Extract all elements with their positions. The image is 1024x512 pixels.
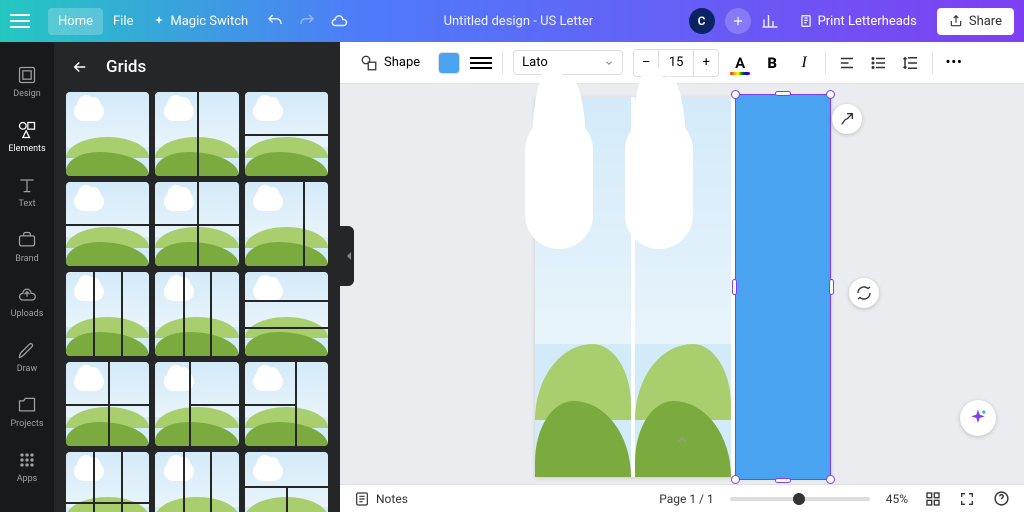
canvas-area: Shape Lato – 15 + A B I ••• (340, 42, 1024, 484)
panel-title: Grids (106, 57, 146, 77)
print-button[interactable]: Print Letterheads (789, 8, 927, 35)
add-member-button[interactable] (725, 8, 751, 34)
share-label: Share (969, 14, 1002, 29)
collapse-panel-button[interactable] (340, 226, 354, 286)
cloud-sync-icon[interactable] (330, 12, 348, 30)
shape-label: Shape (384, 55, 420, 70)
italic-button[interactable]: I (793, 52, 815, 74)
side-panel: Grids (54, 42, 340, 512)
rail-draw[interactable]: Draw (0, 329, 54, 384)
rail-projects[interactable]: Projects (0, 384, 54, 439)
spacing-button[interactable] (900, 52, 922, 74)
document-title[interactable]: Untitled design - US Letter (348, 14, 688, 29)
align-button[interactable] (836, 52, 858, 74)
sync-button[interactable] (849, 278, 879, 308)
redo-icon[interactable] (298, 12, 316, 30)
rail-text[interactable]: Text (0, 164, 54, 219)
grid-thumb[interactable] (245, 92, 328, 176)
grid-thumb[interactable] (155, 92, 238, 176)
zoom-value[interactable]: 45% (886, 492, 908, 506)
bold-button[interactable]: B (761, 52, 783, 74)
magic-switch-button[interactable]: Magic Switch (143, 8, 258, 35)
floating-action-button[interactable] (832, 104, 862, 134)
grid-thumb[interactable] (66, 362, 149, 446)
menu-icon[interactable] (10, 14, 30, 28)
grid-thumb[interactable] (245, 452, 328, 512)
bottom-bar: Notes Page 1 / 1 45% (340, 484, 1024, 512)
grid-thumb[interactable] (66, 272, 149, 356)
font-size-increase[interactable]: + (694, 50, 718, 76)
shape-button[interactable]: Shape (352, 50, 428, 76)
analytics-icon[interactable] (761, 12, 779, 30)
grid-column-1[interactable] (535, 97, 631, 477)
page-chevron-up-icon[interactable] (674, 432, 690, 452)
rail-apps[interactable]: Apps (0, 439, 54, 494)
more-button[interactable]: ••• (943, 52, 965, 74)
grid-thumb[interactable] (155, 182, 238, 266)
zoom-slider[interactable] (730, 497, 870, 501)
grid-list (54, 92, 340, 512)
ai-assist-button[interactable] (960, 400, 996, 436)
grid-thumb[interactable] (66, 182, 149, 266)
notes-button[interactable]: Notes (354, 491, 408, 507)
text-color-button[interactable]: A (729, 52, 751, 74)
selected-shape[interactable] (735, 94, 831, 480)
font-select[interactable]: Lato (513, 50, 623, 75)
grid-thumb[interactable] (245, 272, 328, 356)
grid-view-icon[interactable] (924, 490, 942, 508)
fullscreen-icon[interactable] (958, 490, 976, 508)
rail-uploads[interactable]: Uploads (0, 274, 54, 329)
avatar[interactable]: C (689, 8, 715, 34)
grid-thumb[interactable] (155, 272, 238, 356)
magic-switch-label: Magic Switch (170, 14, 248, 29)
home-button[interactable]: Home (48, 8, 103, 35)
share-button[interactable]: Share (937, 8, 1014, 35)
grid-column-2[interactable] (635, 97, 731, 477)
grid-thumb[interactable] (155, 452, 238, 512)
grid-thumb[interactable] (245, 182, 328, 266)
file-button[interactable]: File (103, 8, 143, 35)
top-bar: Home File Magic Switch Untitled design -… (0, 0, 1024, 42)
grid-thumb[interactable] (66, 452, 149, 512)
rail-brand[interactable]: Brand (0, 219, 54, 274)
grid-thumb[interactable] (245, 362, 328, 446)
page-indicator[interactable]: Page 1 / 1 (659, 492, 714, 506)
notes-label: Notes (376, 492, 408, 506)
rail-design[interactable]: Design (0, 54, 54, 109)
fill-color-swatch[interactable] (438, 52, 460, 74)
left-rail: Design Elements Text Brand Uploads Draw … (0, 42, 54, 512)
back-icon[interactable] (70, 57, 90, 77)
border-style-button[interactable] (470, 52, 492, 74)
undo-icon[interactable] (266, 12, 284, 30)
context-toolbar: Shape Lato – 15 + A B I ••• (340, 42, 1024, 84)
rail-elements[interactable]: Elements (0, 109, 54, 164)
list-button[interactable] (868, 52, 890, 74)
canvas-page[interactable] (535, 97, 831, 477)
grid-thumb[interactable] (155, 362, 238, 446)
font-size-value[interactable]: 15 (658, 50, 694, 76)
grid-thumb[interactable] (66, 92, 149, 176)
help-icon[interactable] (992, 490, 1010, 508)
print-label: Print Letterheads (818, 14, 917, 29)
